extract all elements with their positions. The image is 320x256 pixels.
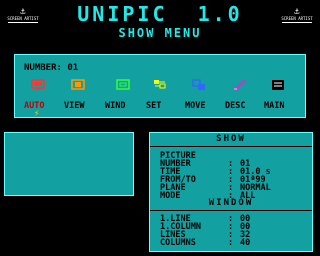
number-label: NUMBER:: [24, 63, 62, 73]
menu-labels: AUTO VIEW WIND SET MOVE DESC MAIN: [15, 101, 307, 113]
info-row-number: NUMBER : 01: [160, 159, 251, 169]
preview-panel: [4, 132, 134, 196]
number-row: NUMBER: 01: [24, 63, 78, 73]
menu-item-move[interactable]: MOVE: [185, 101, 205, 111]
info-panel: SHOW PICTURE NUMBER : 01 TIME : 01.0 s F…: [149, 132, 313, 252]
menu-item-wind[interactable]: WIND: [105, 101, 125, 111]
menu-item-desc[interactable]: DESC: [225, 101, 245, 111]
menu-icons: [15, 79, 307, 95]
pointer-cursor-icon: ⚡: [34, 109, 40, 119]
show-menu-panel: NUMBER: 01 AUTO VIEW WIND SET MOVE DESC …: [14, 54, 307, 119]
app-title: UNIPIC 1.0: [77, 2, 243, 26]
menu-item-main[interactable]: MAIN: [264, 101, 284, 111]
info-row-columns: COLUMNS : 40: [160, 238, 251, 248]
screen-subtitle: SHOW MENU: [118, 26, 202, 40]
set-icon[interactable]: [153, 79, 167, 91]
show-section-header: SHOW: [216, 134, 246, 144]
window-section-header: WINDOW: [208, 198, 254, 208]
move-icon[interactable]: [192, 79, 206, 91]
auto-icon[interactable]: [31, 79, 45, 91]
number-value[interactable]: 01: [67, 63, 78, 73]
desc-icon[interactable]: [233, 79, 247, 91]
main-icon[interactable]: [271, 79, 285, 91]
wind-icon[interactable]: [116, 79, 130, 91]
menu-item-set[interactable]: SET: [146, 101, 161, 111]
info-row-plane: PLANE : NORMAL: [160, 183, 271, 193]
menu-item-view[interactable]: VIEW: [64, 101, 84, 111]
view-icon[interactable]: [71, 79, 85, 91]
